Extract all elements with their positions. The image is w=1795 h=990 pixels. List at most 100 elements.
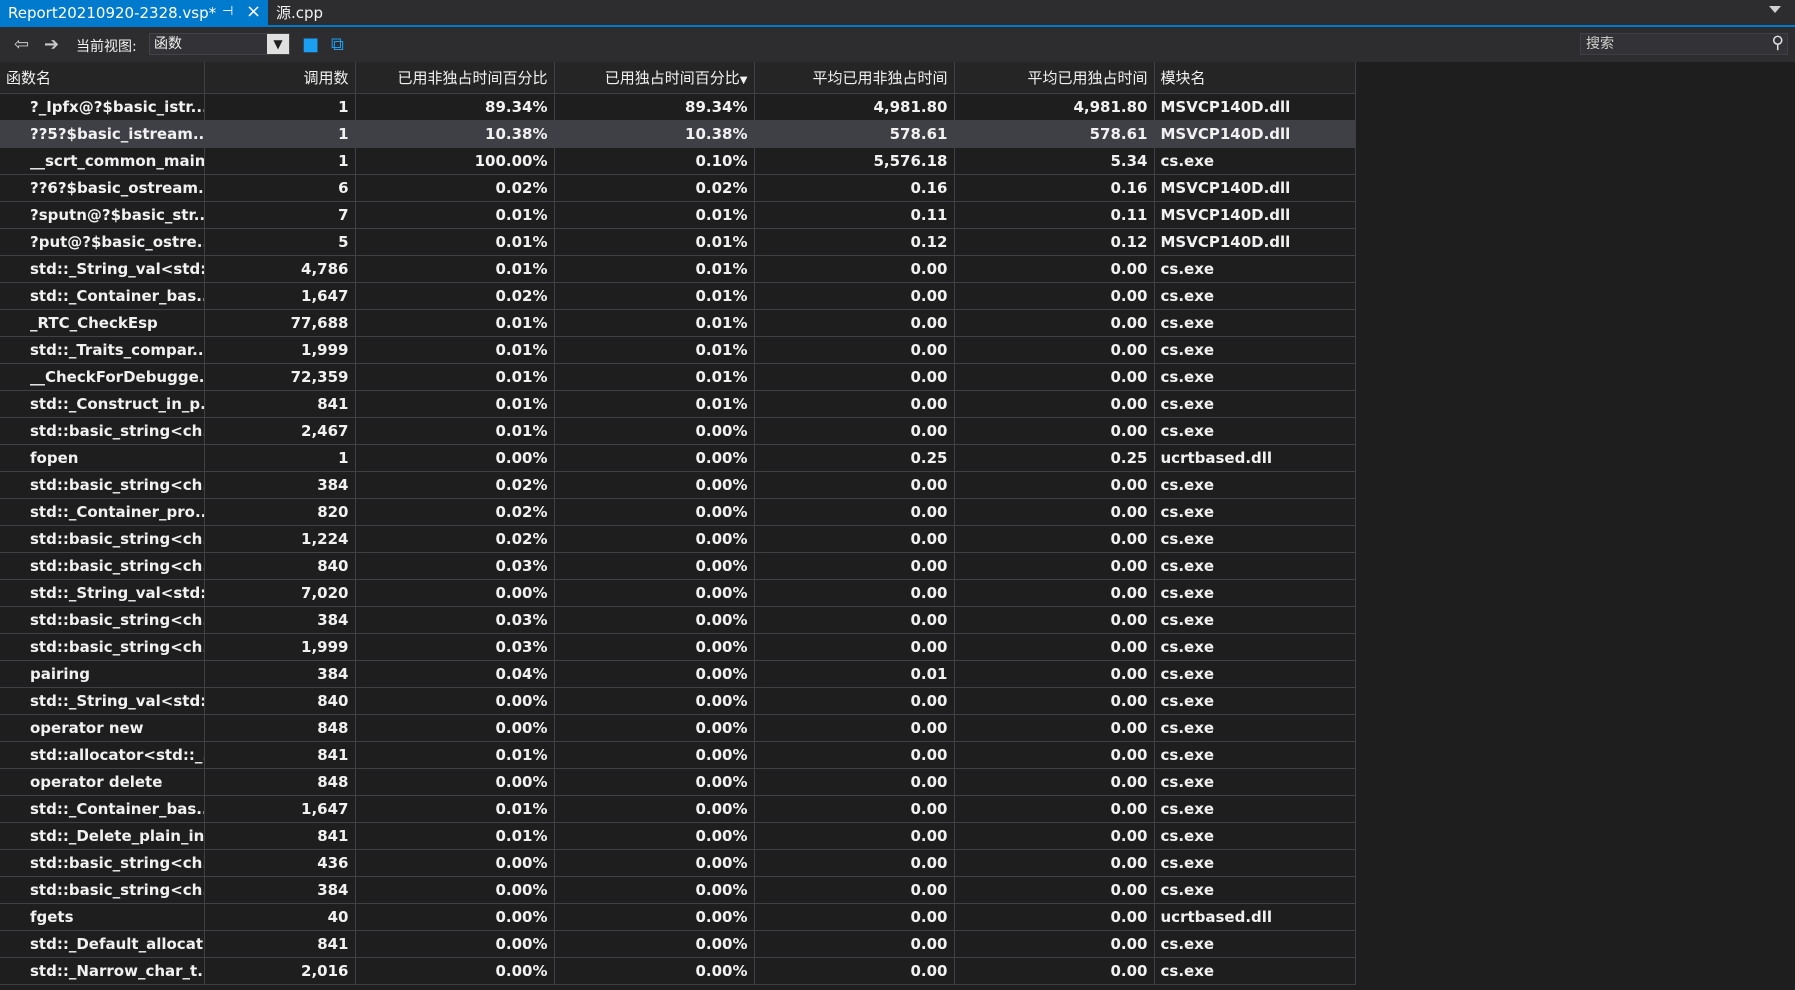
table-row[interactable]: std::_Container_pro... 820 0.02% 0.00% 0.00 0… (0, 498, 1356, 526)
column-header-inclusive-percent[interactable]: 已用非独占时间百分比 (355, 62, 555, 94)
avg-exclusive-cell: 0.00 (954, 957, 1155, 985)
exclusive-percent-cell: 0.00% (554, 714, 755, 742)
exclusive-percent-cell: 0.00% (554, 768, 755, 796)
table-row[interactable]: std::_Construct_in_p... 841 0.01% 0.01% 0.00… (0, 390, 1356, 418)
table-row[interactable]: std::basic_string<ch... 384 0.00% 0.00% 0.00… (0, 876, 1356, 904)
call-count-cell: 1,647 (204, 795, 356, 823)
inclusive-percent-cell: 0.01% (355, 363, 555, 391)
table-row[interactable]: pairing 384 0.04% 0.00% 0.01 0.00 cs.exe (0, 660, 1356, 688)
avg-inclusive-cell: 0.25 (754, 444, 955, 472)
module-name-cell: cs.exe (1154, 660, 1356, 688)
avg-inclusive-cell: 0.12 (754, 228, 955, 256)
module-name-cell: cs.exe (1154, 633, 1356, 661)
table-row[interactable]: std::basic_string<ch... 436 0.00% 0.00% 0.00… (0, 849, 1356, 877)
inclusive-percent-cell: 100.00% (355, 147, 555, 175)
pin-icon[interactable]: ⊣ (222, 4, 233, 19)
table-row[interactable]: std::_Default_allocat... 841 0.00% 0.00% 0.0… (0, 930, 1356, 958)
tab-source-cpp[interactable]: 源.cpp (268, 0, 331, 25)
column-header-avg-exclusive[interactable]: 平均已用独占时间 (954, 62, 1155, 94)
avg-exclusive-cell: 0.00 (954, 525, 1155, 553)
inclusive-percent-cell: 0.02% (355, 525, 555, 553)
table-row[interactable]: fgets 40 0.00% 0.00% 0.00 0.00 ucrtbased.dll (0, 903, 1356, 931)
close-icon[interactable]: × (246, 1, 261, 22)
function-name-cell: std::_Construct_in_p... (0, 390, 205, 418)
avg-inclusive-cell: 578.61 (754, 120, 955, 148)
grid-header-row: 函数名 调用数 已用非独占时间百分比 已用独占时间百分比▼ 平均已用非独占时间 … (0, 62, 1356, 94)
table-row[interactable]: std::_String_val<std:... 7,020 0.00% 0.00% 0… (0, 579, 1356, 607)
table-row[interactable]: std::_Narrow_char_t... 2,016 0.00% 0.00% 0.0… (0, 957, 1356, 985)
avg-inclusive-cell: 0.00 (754, 714, 955, 742)
call-count-cell: 841 (204, 822, 356, 850)
report-toolbar: ⇦ ➔ 当前视图: 函数 ▼ ■ ⧉ 搜索 ⚲ (0, 27, 1795, 62)
chevron-down-icon[interactable]: ▼ (267, 34, 289, 54)
avg-inclusive-cell: 0.00 (754, 309, 955, 337)
save-icon[interactable]: ■ (302, 34, 319, 55)
forward-arrow-icon[interactable]: ➔ (44, 34, 59, 55)
module-name-cell: cs.exe (1154, 525, 1356, 553)
function-name-cell: std::basic_string<ch... (0, 525, 205, 553)
inclusive-percent-cell: 0.00% (355, 957, 555, 985)
inclusive-percent-cell: 0.00% (355, 714, 555, 742)
table-row[interactable]: ?put@?$basic_ostre... 5 0.01% 0.01% 0.12 0.12… (0, 228, 1356, 256)
table-row[interactable]: operator new 848 0.00% 0.00% 0.00 0.00 cs.exe (0, 714, 1356, 742)
exclusive-percent-cell: 0.00% (554, 903, 755, 931)
table-row[interactable]: std::_Delete_plain_in... 841 0.01% 0.00% 0.0… (0, 822, 1356, 850)
back-arrow-icon[interactable]: ⇦ (14, 34, 29, 55)
column-header-avg-inclusive[interactable]: 平均已用非独占时间 (754, 62, 955, 94)
inclusive-percent-cell: 0.03% (355, 633, 555, 661)
column-header-label: 调用数 (303, 69, 349, 87)
table-row[interactable]: std::basic_string<ch... 384 0.03% 0.00% 0.00… (0, 606, 1356, 634)
avg-exclusive-cell: 0.00 (954, 876, 1155, 904)
table-row[interactable]: std::basic_string<ch... 1,224 0.02% 0.00% 0.… (0, 525, 1356, 553)
table-row[interactable]: std::basic_string<ch... 2,467 0.01% 0.00% 0.… (0, 417, 1356, 445)
table-row[interactable]: std::_Container_bas... 1,647 0.01% 0.00% 0.0… (0, 795, 1356, 823)
exclusive-percent-cell: 0.01% (554, 255, 755, 283)
call-count-cell: 436 (204, 849, 356, 877)
exclusive-percent-cell: 0.00% (554, 444, 755, 472)
inclusive-percent-cell: 0.00% (355, 849, 555, 877)
call-count-cell: 6 (204, 174, 356, 202)
table-row[interactable]: std::allocator<std::_... 841 0.01% 0.00% 0.0… (0, 741, 1356, 769)
table-row[interactable]: operator delete 848 0.00% 0.00% 0.00 0.00 cs.e… (0, 768, 1356, 796)
function-name-cell: std::basic_string<ch... (0, 471, 205, 499)
table-row[interactable]: ??6?$basic_ostream... 6 0.02% 0.02% 0.16 0.16… (0, 174, 1356, 202)
table-row[interactable]: std::basic_string<ch... 1,999 0.03% 0.00% 0.… (0, 633, 1356, 661)
current-view-select[interactable]: 函数 ▼ (149, 33, 290, 55)
table-row[interactable]: std::_String_val<std:... 4,786 0.01% 0.01% 0… (0, 255, 1356, 283)
table-row[interactable]: ??5?$basic_istream... 1 10.38% 10.38% 578.61… (0, 120, 1356, 148)
exclusive-percent-cell: 0.01% (554, 309, 755, 337)
table-row[interactable]: std::basic_string<ch... 384 0.02% 0.00% 0.00… (0, 471, 1356, 499)
inclusive-percent-cell: 0.01% (355, 741, 555, 769)
module-name-cell: cs.exe (1154, 606, 1356, 634)
table-row[interactable]: std::_Container_bas... 1,647 0.02% 0.01% 0.0… (0, 282, 1356, 310)
table-row[interactable]: ?_Ipfx@?$basic_istr... 1 89.34% 89.34% 4,981… (0, 93, 1356, 121)
table-row[interactable]: fopen 1 0.00% 0.00% 0.25 0.25 ucrtbased.dll (0, 444, 1356, 472)
column-header-module-name[interactable]: 模块名 (1154, 62, 1356, 94)
column-header-function-name[interactable]: 函数名 (0, 62, 205, 94)
search-input[interactable]: 搜索 ⚲ (1580, 33, 1788, 55)
function-name-cell: fgets (0, 903, 205, 931)
table-row[interactable]: __CheckForDebugge... 72,359 0.01% 0.01% 0.00… (0, 363, 1356, 391)
table-row[interactable]: ?sputn@?$basic_str... 7 0.01% 0.01% 0.11 0.11… (0, 201, 1356, 229)
table-row[interactable]: _RTC_CheckEsp 77,688 0.01% 0.01% 0.00 0.00 cs.… (0, 309, 1356, 337)
function-name-cell: std::basic_string<ch... (0, 849, 205, 877)
avg-exclusive-cell: 4,981.80 (954, 93, 1155, 121)
search-icon[interactable]: ⚲ (1772, 33, 1784, 53)
column-header-call-count[interactable]: 调用数 (204, 62, 356, 94)
table-row[interactable]: std::_Traits_compar... 1,999 0.01% 0.01% 0.0… (0, 336, 1356, 364)
avg-exclusive-cell: 0.00 (954, 255, 1155, 283)
export-icon[interactable]: ⧉ (331, 34, 344, 55)
column-header-exclusive-percent[interactable]: 已用独占时间百分比▼ (554, 62, 755, 94)
table-row[interactable]: std::basic_string<ch... 840 0.03% 0.00% 0.00… (0, 552, 1356, 580)
tab-overflow-chevron-icon[interactable] (1769, 6, 1781, 13)
table-row[interactable]: __scrt_common_main 1 100.00% 0.10% 5,576.18 5… (0, 147, 1356, 175)
avg-exclusive-cell: 0.00 (954, 633, 1155, 661)
table-row[interactable]: std::_String_val<std:... 840 0.00% 0.00% 0.0… (0, 687, 1356, 715)
tab-report[interactable]: Report20210920-2328.vsp* ⊣ × (0, 0, 268, 25)
module-name-cell: cs.exe (1154, 849, 1356, 877)
module-name-cell: MSVCP140D.dll (1154, 228, 1356, 256)
exclusive-percent-cell: 0.00% (554, 822, 755, 850)
inclusive-percent-cell: 0.01% (355, 795, 555, 823)
column-header-label: 已用独占时间百分比 (604, 69, 740, 87)
avg-exclusive-cell: 0.00 (954, 714, 1155, 742)
